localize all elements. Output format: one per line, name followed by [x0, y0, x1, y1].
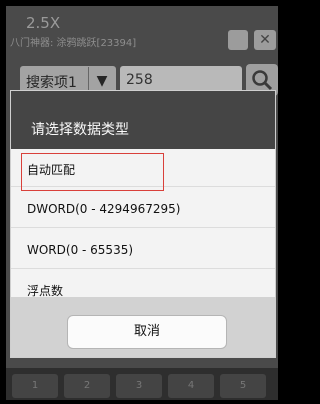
keypad-key[interactable]: 1 [12, 374, 58, 398]
app-title: 八门神器: 涂鸦跳跃[23394] [10, 38, 137, 49]
minimize-button[interactable] [228, 30, 248, 50]
dialog-footer: 取消 [11, 297, 275, 357]
scale-label: 2.5X [26, 14, 61, 32]
search-icon [252, 70, 273, 91]
selection-highlight [21, 153, 164, 191]
data-type-dialog: 请选择数据类型 自动匹配 DWORD(0 - 4294967295) WORD(… [10, 90, 276, 358]
keypad-key[interactable]: 4 [168, 374, 214, 398]
keypad-key[interactable]: 2 [64, 374, 110, 398]
keypad: 1 2 3 4 5 [6, 368, 278, 400]
option-dword[interactable]: DWORD(0 - 4294967295) [11, 190, 275, 228]
cancel-button[interactable]: 取消 [67, 315, 227, 349]
dialog-header: 请选择数据类型 [11, 91, 275, 149]
keypad-key[interactable]: 3 [116, 374, 162, 398]
option-word[interactable]: WORD(0 - 65535) [11, 231, 275, 269]
search-type-label: 搜索项1 [26, 75, 77, 91]
dialog-title: 请选择数据类型 [31, 122, 129, 138]
close-icon[interactable]: ✕ [254, 30, 276, 50]
keypad-key[interactable]: 5 [220, 374, 266, 398]
